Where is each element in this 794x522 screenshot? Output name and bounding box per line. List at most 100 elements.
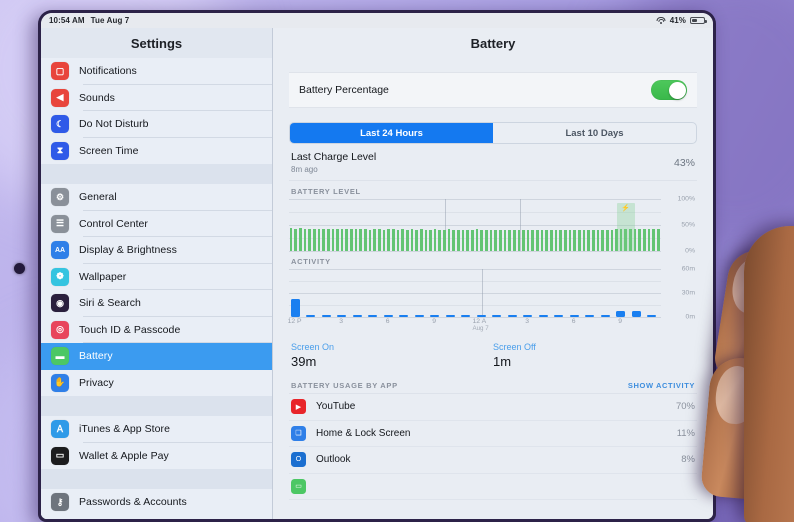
chart-bar [326, 228, 330, 251]
battery-usage-app-list[interactable]: ▶ YouTube 70% ❑ Home & Lock Screen 11% O Outloo… [289, 394, 697, 500]
segment-last-24-hours[interactable]: Last 24 Hours [290, 123, 493, 143]
chart-bar [550, 229, 553, 251]
notifications-icon: ▢ [51, 62, 69, 81]
sidebar-item-notifications[interactable]: ▢ Notifications [41, 58, 272, 85]
chart-bar [289, 228, 293, 251]
chart-bar [331, 229, 335, 251]
chart-bar [522, 230, 525, 251]
app-usage-row[interactable]: ❑ Home & Lock Screen 11% [289, 421, 697, 447]
chart-bar [378, 229, 381, 251]
detail-scroll-area[interactable]: Battery Percentage Last 24 Hours Last 10 … [273, 58, 713, 519]
app-usage-row[interactable]: ▭ [289, 474, 697, 500]
battery-percentage-row[interactable]: Battery Percentage [289, 73, 697, 107]
chart-bar [647, 314, 657, 317]
grid-line [289, 251, 661, 252]
chart-bar [298, 228, 302, 251]
sidebar-item-do-not-disturb[interactable]: ☾ Do Not Disturb [41, 111, 272, 138]
grid-line-minor [289, 281, 661, 282]
chart-bar [531, 229, 535, 251]
sidebar-item-general[interactable]: ⚙ General [41, 184, 272, 211]
x-axis-tick-label: 3 [339, 318, 343, 325]
sidebar-group-separator [41, 469, 272, 489]
sidebar-item-control-center[interactable]: ☰ Control Center [41, 210, 272, 237]
sidebar-item-label: Sounds [79, 91, 115, 104]
chart-bar [475, 229, 479, 251]
chart-bar [610, 229, 614, 251]
battery-detail-pane: Battery Battery Percentage Last 24 Hours… [273, 28, 713, 519]
x-axis-tick-label: 9 [432, 318, 436, 325]
segment-last-10-days[interactable]: Last 10 Days [493, 123, 696, 143]
chart-bar [452, 229, 456, 251]
sidebar-item-label: Privacy [79, 376, 114, 389]
chart-bar [340, 229, 344, 251]
chart-bar [387, 229, 390, 251]
wifi-icon [656, 16, 666, 25]
chart-bar [517, 229, 521, 251]
chart-bar [526, 229, 530, 251]
screen-on-stat: Screen On 39m [291, 342, 493, 369]
battery-percentage-toggle[interactable] [651, 80, 687, 100]
last-charge-subtitle: 8m ago [291, 165, 318, 174]
chart-bar [523, 314, 533, 317]
battery-settings-icon: ▬ [51, 347, 69, 366]
sidebar-item-label: Do Not Disturb [79, 118, 149, 131]
sidebar-item-wallet-apple-pay[interactable]: ▭ Wallet & Apple Pay [41, 442, 272, 469]
chart-vertical-divider [482, 269, 484, 317]
split-view: Settings ▢ Notifications ◀ Sounds ☾ Do Not Di… [41, 28, 713, 519]
chart-bar [306, 314, 316, 317]
battery-usage-header: BATTERY USAGE BY APP SHOW ACTIVITY [289, 377, 697, 394]
chart-bar [345, 229, 349, 251]
chart-bar [587, 229, 590, 251]
index-fingernail [728, 255, 778, 317]
sidebar-item-wallpaper[interactable]: ❁ Wallpaper [41, 263, 272, 290]
sidebar-list[interactable]: ▢ Notifications ◀ Sounds ☾ Do Not Disturb ⧗ Scr… [41, 58, 272, 519]
chart-bar [290, 299, 300, 317]
grid-line [289, 269, 661, 270]
battery-level-chart[interactable]: 100% 50% 0% ⚡ [289, 196, 697, 255]
ipad-device: 10:54 AM Tue Aug 7 41% Settings ▢ Notific… [38, 10, 716, 522]
chart-bar [559, 229, 563, 251]
chart-bar [507, 314, 517, 317]
chart-bar [461, 229, 465, 251]
chart-bar [591, 229, 595, 251]
chart-bar [445, 314, 455, 317]
chart-bar [582, 229, 586, 251]
time-range-segmented-control[interactable]: Last 24 Hours Last 10 Days [289, 122, 697, 144]
sidebar-item-itunes-app-store[interactable]: ＡiTunes & App Store [41, 416, 272, 443]
chart-bar [424, 229, 428, 251]
sidebar-item-passwords-accounts[interactable]: ⚷ Passwords & Accounts [41, 489, 272, 516]
app-usage-row[interactable]: ▶ YouTube 70% [289, 394, 697, 421]
chart-bar [638, 228, 642, 251]
show-activity-link[interactable]: SHOW ACTIVITY [628, 381, 695, 390]
app-usage-row[interactable]: O Outlook 8% [289, 447, 697, 474]
sidebar-item-label: Screen Time [79, 144, 139, 157]
y-axis-tick-label: 50% [681, 221, 695, 229]
chart-bar [596, 229, 600, 251]
sidebar-item-label: Notifications [79, 65, 137, 78]
chart-bar [538, 314, 548, 317]
chart-bar [461, 314, 471, 317]
sidebar-item-display-brightness[interactable]: AA Display & Brightness [41, 237, 272, 264]
chart-bar [471, 229, 474, 251]
chart-bar [605, 229, 609, 251]
app-name: Home & Lock Screen [316, 427, 411, 439]
sidebar-item-privacy[interactable]: ✋ Privacy [41, 369, 272, 396]
moon-icon: ☾ [51, 115, 69, 134]
chart-bar [585, 314, 595, 317]
sidebar-item-siri-search[interactable]: ◉ Siri & Search [41, 290, 272, 317]
sidebar-item-label: General [79, 191, 117, 204]
toggle-knob [668, 81, 686, 99]
fingerprint-icon: ◎ [51, 320, 69, 339]
activity-chart[interactable]: 60m 30m 0m 12 P 3 6 9 12 A Aug 7 3 6 9 [288, 266, 697, 333]
sidebar-item-sounds[interactable]: ◀ Sounds [41, 84, 272, 111]
privacy-hand-icon: ✋ [51, 373, 69, 392]
chart-bar [569, 314, 579, 317]
last-charge-value: 43% [673, 157, 695, 169]
wallpaper-icon: ❁ [51, 267, 69, 286]
sidebar-item-touch-id-passcode[interactable]: ◎ Touch ID & Passcode [41, 316, 272, 343]
sidebar-item-screen-time[interactable]: ⧗ Screen Time [41, 137, 272, 164]
chart-bar [631, 310, 641, 317]
chart-bar [536, 229, 539, 251]
sidebar-item-battery[interactable]: ▬ Battery [41, 343, 272, 370]
